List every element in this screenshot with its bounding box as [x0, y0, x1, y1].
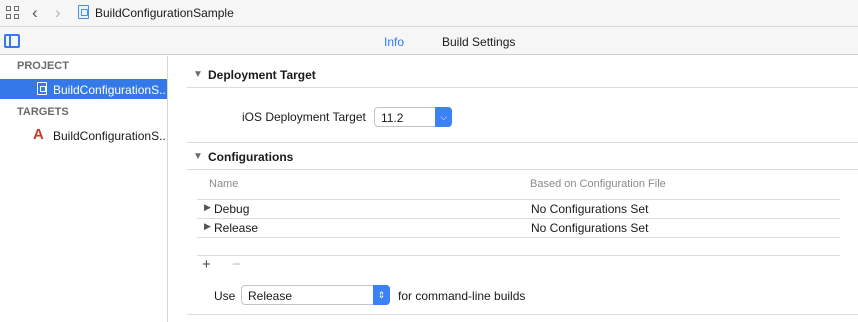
select-value: Release	[248, 289, 293, 303]
sidebar-item-label: BuildConfigurationS...	[53, 129, 165, 143]
chevron-down-icon: ⌵	[435, 107, 452, 127]
table-row[interactable]: ▶ Release No Configurations Set	[197, 219, 840, 237]
ios-deployment-target-select[interactable]: 11.2 ⌵	[374, 107, 452, 127]
add-configuration-button[interactable]: +	[202, 257, 211, 272]
targets-section-header: TARGETS	[17, 106, 69, 118]
column-header-config-file[interactable]: Based on Configuration File	[530, 178, 666, 190]
project-file-icon	[78, 5, 89, 19]
table-divider	[197, 237, 840, 238]
tab-info[interactable]: Info	[384, 35, 404, 49]
tab-build-settings[interactable]: Build Settings	[442, 35, 515, 49]
chevron-updown-icon: ⇕	[373, 285, 390, 305]
deployment-section-title: Deployment Target	[208, 68, 316, 82]
config-name: Debug	[214, 202, 250, 216]
config-name: Release	[214, 221, 259, 235]
section-divider	[187, 169, 858, 170]
info-editor: ▼ Deployment Target iOS Deployment Targe…	[169, 56, 858, 322]
collapse-triangle-icon[interactable]: ▼	[193, 151, 203, 162]
command-line-suffix: for command-line builds	[398, 289, 526, 303]
sidebar-toggle-icon[interactable]	[4, 34, 20, 48]
config-file-value: No Configurations Set	[531, 221, 649, 235]
project-target-sidebar: PROJECT BuildConfigurationS... TARGETS A…	[0, 56, 168, 322]
grid-icon[interactable]	[6, 6, 20, 20]
chevron-left-icon[interactable]: ‹	[32, 3, 38, 23]
app-target-icon: A	[33, 126, 44, 143]
editor-tab-bar: Info Build Settings	[0, 27, 858, 55]
expand-triangle-icon[interactable]: ▶	[204, 202, 211, 213]
table-divider	[197, 255, 840, 256]
column-header-name[interactable]: Name	[209, 178, 238, 190]
breadcrumb[interactable]: BuildConfigurationSample	[95, 6, 234, 20]
chevron-right-icon[interactable]: ›	[55, 3, 61, 23]
remove-configuration-button[interactable]: −	[232, 257, 241, 272]
section-divider	[187, 87, 858, 88]
select-value: 11.2	[381, 111, 404, 125]
collapse-triangle-icon[interactable]: ▼	[193, 69, 203, 80]
sidebar-item-project[interactable]: BuildConfigurationS...	[0, 79, 167, 99]
section-divider	[187, 142, 858, 143]
use-label: Use	[214, 289, 236, 303]
ios-deployment-target-label: iOS Deployment Target	[242, 110, 366, 124]
top-navigation-bar: ‹ › BuildConfigurationSample	[0, 0, 858, 27]
sidebar-item-target[interactable]: A BuildConfigurationS...	[0, 125, 167, 145]
section-divider	[187, 314, 858, 315]
table-row[interactable]: ▶ Debug No Configurations Set	[197, 200, 840, 218]
project-section-header: PROJECT	[17, 60, 69, 72]
sidebar-item-label: BuildConfigurationS...	[53, 83, 165, 97]
command-line-build-select[interactable]: Release ⇕	[241, 285, 390, 305]
project-file-icon	[37, 82, 47, 95]
configurations-section-title: Configurations	[208, 150, 294, 164]
config-file-value: No Configurations Set	[531, 202, 649, 216]
expand-triangle-icon[interactable]: ▶	[204, 221, 211, 232]
